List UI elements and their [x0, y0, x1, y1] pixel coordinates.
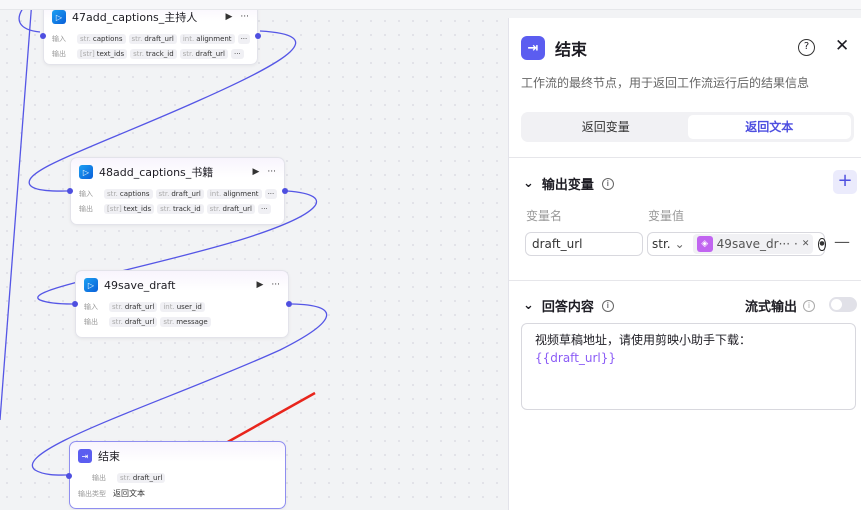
param-tag: str. draft_url: [109, 301, 158, 312]
run-icon[interactable]: ▶: [225, 12, 232, 22]
workflow-canvas[interactable]: ▷ 47add_captions_主持人 ▶ ··· 输入 str. captions st…: [0, 0, 508, 510]
variable-value-field[interactable]: str. ⌄ ◈ 49save_dr··· · ✕ ●: [647, 232, 826, 256]
node-title: 47add_captions_主持人: [72, 11, 198, 24]
more-icon[interactable]: ···: [240, 12, 249, 22]
reference-label: 49save_dr···: [716, 237, 791, 251]
input-port[interactable]: [40, 33, 46, 39]
input-port[interactable]: [67, 188, 73, 194]
panel-description: 工作流的最终节点，用于返回工作流运行后的结果信息: [521, 76, 810, 90]
chevron-down-icon[interactable]: ⌄: [523, 298, 534, 313]
node-title: 结束: [98, 450, 120, 463]
end-node-panel: ⇥ 结束 ? ✕ 工作流的最终节点，用于返回工作流运行后的结果信息 返回变量 返回…: [508, 18, 861, 510]
output-label: 输出: [79, 204, 93, 213]
output-port[interactable]: [282, 188, 288, 194]
close-icon[interactable]: ✕: [835, 36, 849, 56]
remove-variable-button[interactable]: —: [834, 232, 850, 251]
input-label: 输入: [52, 34, 66, 43]
stream-output-toggle[interactable]: [829, 297, 857, 312]
info-icon: i: [601, 177, 614, 190]
more-icon[interactable]: ···: [271, 280, 280, 290]
output-section-title: 输出变量: [541, 178, 594, 193]
col-name-label: 变量名: [526, 209, 563, 223]
chevron-down-icon: ⌄: [674, 237, 685, 251]
stream-output-label: 流式输出: [745, 300, 798, 315]
plugin-icon: ▷: [52, 10, 66, 24]
workflow-node[interactable]: ▷ 47add_captions_主持人 ▶ ··· 输入 str. captions st…: [40, 2, 261, 65]
type-select[interactable]: str.: [652, 237, 671, 251]
edges: [0, 0, 328, 476]
param-tag: str. draft_url: [155, 188, 204, 199]
end-icon: ⇥: [78, 449, 92, 463]
param-tag: int. alignment: [179, 33, 235, 44]
output-type-label: 输出类型: [78, 489, 106, 498]
param-tag: str. message: [160, 316, 211, 327]
param-tag: str. captions: [104, 188, 153, 199]
input-label: 输入: [79, 189, 93, 198]
answer-variable: {{draft_url}}: [535, 351, 617, 365]
param-tag: str. draft_url: [128, 33, 177, 44]
more-params[interactable]: ···: [230, 48, 244, 59]
input-label: 输入: [84, 302, 98, 311]
variable-name-input[interactable]: draft_url: [525, 232, 643, 256]
tab-return-variable[interactable]: 返回变量: [524, 115, 688, 139]
output-port[interactable]: [286, 301, 292, 307]
param-tag: str. draft_url: [109, 316, 158, 327]
run-icon[interactable]: ▶: [252, 167, 259, 177]
reference-suffix: ·: [794, 237, 798, 251]
info-icon: i: [601, 299, 614, 312]
param-tag: [str] text_ids: [77, 48, 128, 59]
output-label: 输出: [84, 317, 98, 326]
param-tag: str. track_id: [130, 48, 177, 59]
info-icon: i: [803, 299, 816, 312]
return-mode-tabs: 返回变量 返回文本: [521, 112, 854, 142]
input-port[interactable]: [72, 301, 78, 307]
param-tag: str. draft_url: [117, 472, 166, 483]
answer-section-title: 回答内容: [541, 300, 594, 315]
divider: [509, 280, 861, 281]
top-bar: [0, 0, 861, 10]
param-tag: int. alignment: [206, 188, 262, 199]
node-title: 48add_captions_书籍: [99, 166, 214, 179]
output-label: 输出: [52, 49, 66, 58]
more-icon[interactable]: ···: [267, 167, 276, 177]
param-tag: str. track_id: [157, 203, 204, 214]
tab-return-text[interactable]: 返回文本: [687, 115, 851, 139]
output-type-value: 返回文本: [113, 489, 145, 498]
node-title: 49save_draft: [104, 278, 176, 292]
add-variable-button[interactable]: +: [833, 170, 857, 194]
run-icon[interactable]: ▶: [256, 280, 263, 290]
help-icon[interactable]: ?: [798, 39, 815, 56]
plugin-icon: ▷: [79, 165, 93, 179]
answer-text: 视频草稿地址，请使用剪映小助手下载：: [535, 333, 752, 347]
edge-left: [0, 0, 33, 421]
remove-icon[interactable]: ✕: [802, 239, 810, 249]
param-tag: str. draft_url: [206, 203, 255, 214]
chevron-down-icon[interactable]: ⌄: [523, 176, 534, 191]
col-value-label: 变量值: [648, 209, 685, 223]
plugin-icon: ▷: [84, 278, 98, 292]
workflow-node[interactable]: ▷ 49save_draft ▶ ··· 输入 str. draft_url int. use…: [72, 270, 292, 338]
more-params[interactable]: ···: [264, 188, 278, 199]
target-icon[interactable]: ●: [818, 237, 826, 251]
input-port[interactable]: [66, 473, 72, 479]
panel-title: 结束: [555, 40, 588, 59]
param-tag: str. draft_url: [179, 48, 228, 59]
answer-content-editor[interactable]: 视频草稿地址，请使用剪映小助手下载： {{draft_url}}: [521, 323, 856, 410]
param-tag: int. user_id: [160, 301, 205, 312]
divider: [509, 157, 861, 158]
cube-icon: ◈: [696, 236, 713, 252]
output-label: 输出: [92, 473, 106, 482]
end-node[interactable]: ⇥ 结束 输出 str. draft_url 输出类型 返回文本: [66, 441, 286, 509]
param-tag: [str] text_ids: [104, 203, 155, 214]
reference-chip[interactable]: ◈ 49save_dr··· · ✕: [692, 234, 814, 254]
workflow-node[interactable]: ▷ 48add_captions_书籍 ▶ ··· 输入 str. captions str…: [67, 157, 288, 225]
param-tag: str. captions: [77, 33, 126, 44]
more-params[interactable]: ···: [257, 203, 271, 214]
output-port[interactable]: [255, 33, 261, 39]
more-params[interactable]: ···: [237, 33, 251, 44]
end-icon: ⇥: [521, 36, 545, 60]
